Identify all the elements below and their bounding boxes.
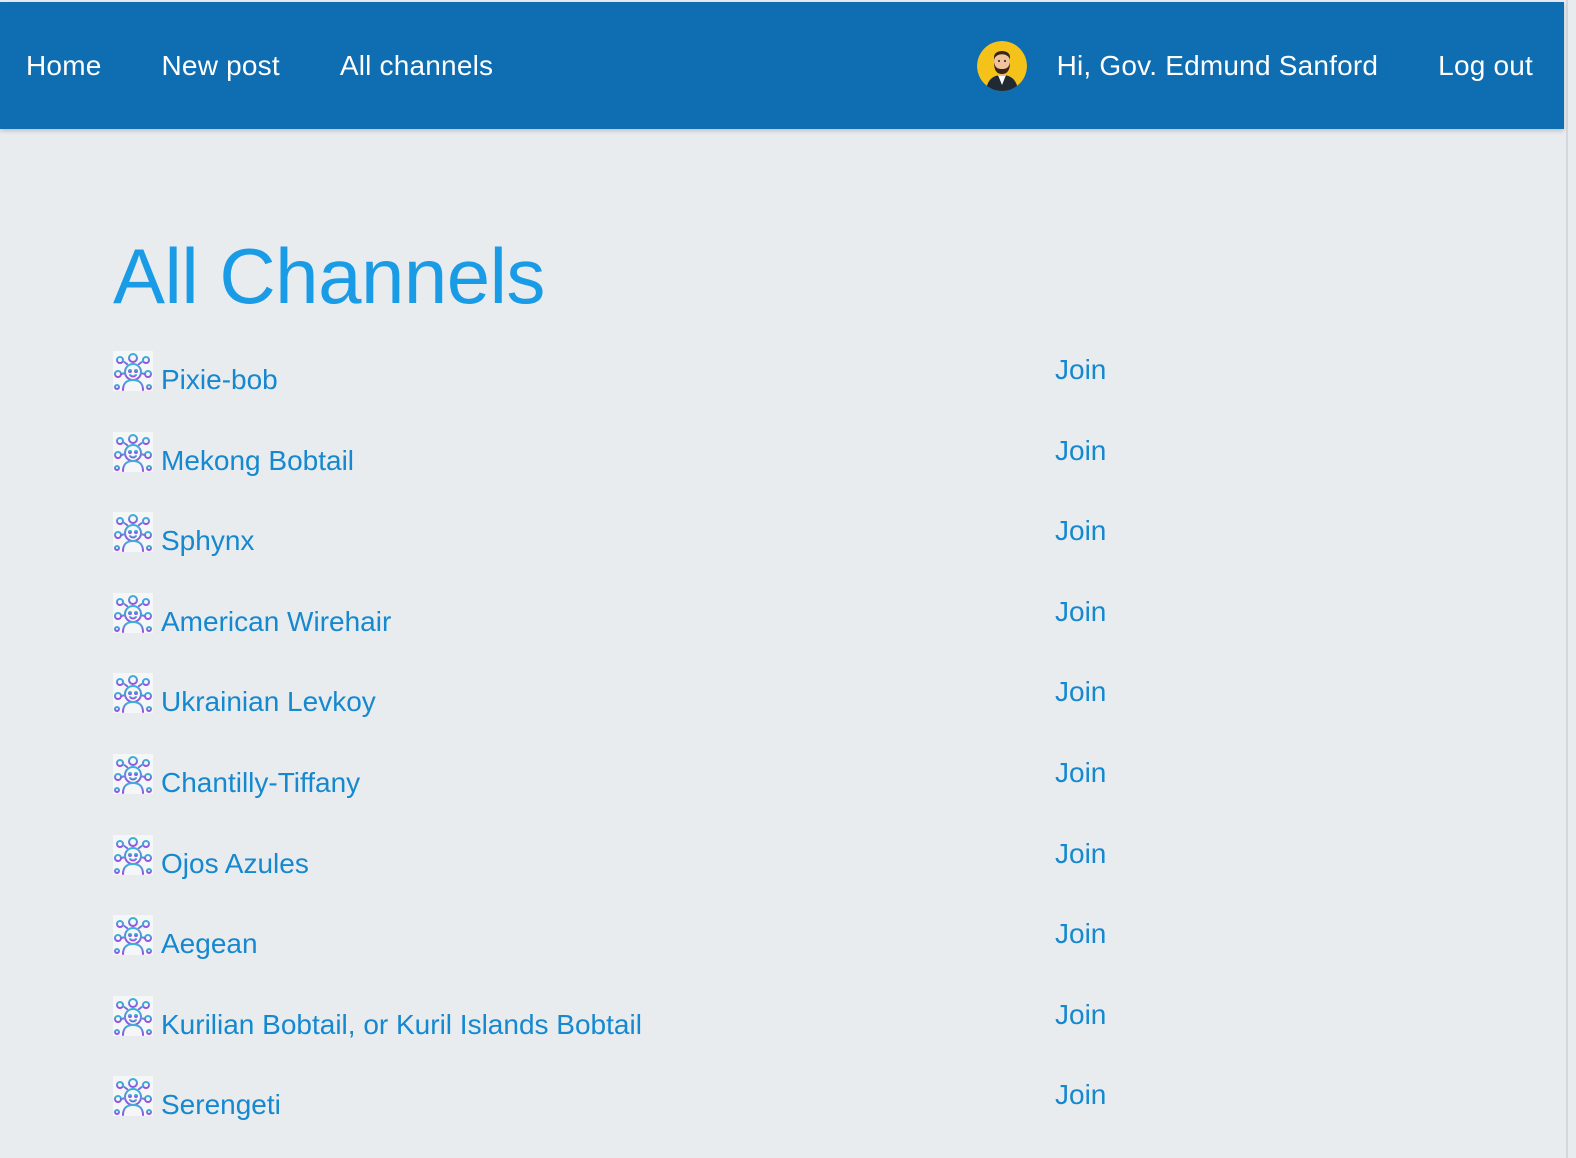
channel-avatar-icon <box>112 430 154 473</box>
channel-row: American Wirehair Join <box>112 590 1112 671</box>
join-button[interactable]: Join <box>1055 1079 1106 1111</box>
join-button[interactable]: Join <box>1055 354 1106 386</box>
join-button[interactable]: Join <box>1055 596 1106 628</box>
join-button[interactable]: Join <box>1055 757 1106 789</box>
nav-home-link[interactable]: Home <box>26 50 102 82</box>
channel-avatar-icon <box>112 672 154 715</box>
user-avatar-icon[interactable] <box>976 40 1027 91</box>
channel-avatar-icon <box>112 752 154 795</box>
logout-link[interactable]: Log out <box>1438 50 1533 82</box>
join-button[interactable]: Join <box>1055 918 1106 950</box>
nav-links: Home New post All channels <box>26 2 553 129</box>
channel-row: Sphynx Join <box>112 509 1112 590</box>
channel-row: Chantilly-Tiffany Join <box>112 751 1112 832</box>
channel-name-link[interactable]: American Wirehair <box>161 606 391 638</box>
nav-new-post-link[interactable]: New post <box>162 50 280 82</box>
channel-row: Kurilian Bobtail, or Kuril Islands Bobta… <box>112 993 1112 1074</box>
channel-avatar-icon <box>112 591 154 634</box>
channel-name-link[interactable]: Ukrainian Levkoy <box>161 686 376 718</box>
channel-name-link[interactable]: Aegean <box>161 928 258 960</box>
channel-name-link[interactable]: Ojos Azules <box>161 848 309 880</box>
top-navbar: Home New post All channels Hi, Gov. Edmu… <box>0 2 1564 129</box>
user-menu: Hi, Gov. Edmund Sanford Log out <box>976 2 1533 129</box>
join-button[interactable]: Join <box>1055 838 1106 870</box>
channel-name-link[interactable]: Kurilian Bobtail, or Kuril Islands Bobta… <box>161 1009 642 1041</box>
channel-row: Serengeti Join <box>112 1073 1112 1154</box>
browser-viewport: Home New post All channels Hi, Gov. Edmu… <box>0 0 1568 1158</box>
channel-avatar-icon <box>112 833 154 876</box>
channel-name-link[interactable]: Pixie-bob <box>161 364 278 396</box>
channel-row: Pixie-bob Join <box>112 348 1112 429</box>
user-greeting: Hi, Gov. Edmund Sanford <box>1056 49 1379 81</box>
channel-name-link[interactable]: Sphynx <box>161 525 254 557</box>
page-title: All Channels <box>113 232 545 320</box>
channel-name-link[interactable]: Chantilly-Tiffany <box>161 767 360 799</box>
join-button[interactable]: Join <box>1055 515 1106 547</box>
channel-avatar-icon <box>112 350 154 392</box>
channel-row: Ukrainian Levkoy Join <box>112 670 1112 751</box>
channel-row: Aegean Join <box>112 912 1112 993</box>
channel-list: Pixie-bob Join Mekong Bobtail Join Sphyn… <box>112 348 1112 1154</box>
channel-avatar-icon <box>112 1075 154 1118</box>
join-button[interactable]: Join <box>1055 999 1106 1031</box>
channel-row: Mekong Bobtail Join <box>112 429 1112 510</box>
join-button[interactable]: Join <box>1055 435 1106 467</box>
channel-row: Ojos Azules Join <box>112 832 1112 913</box>
channel-avatar-icon <box>112 914 154 957</box>
channel-avatar-icon <box>112 511 154 554</box>
nav-all-channels-link[interactable]: All channels <box>340 50 493 82</box>
channel-name-link[interactable]: Serengeti <box>161 1089 281 1121</box>
channel-name-link[interactable]: Mekong Bobtail <box>161 445 354 477</box>
join-button[interactable]: Join <box>1055 676 1106 708</box>
channel-avatar-icon <box>112 994 154 1037</box>
